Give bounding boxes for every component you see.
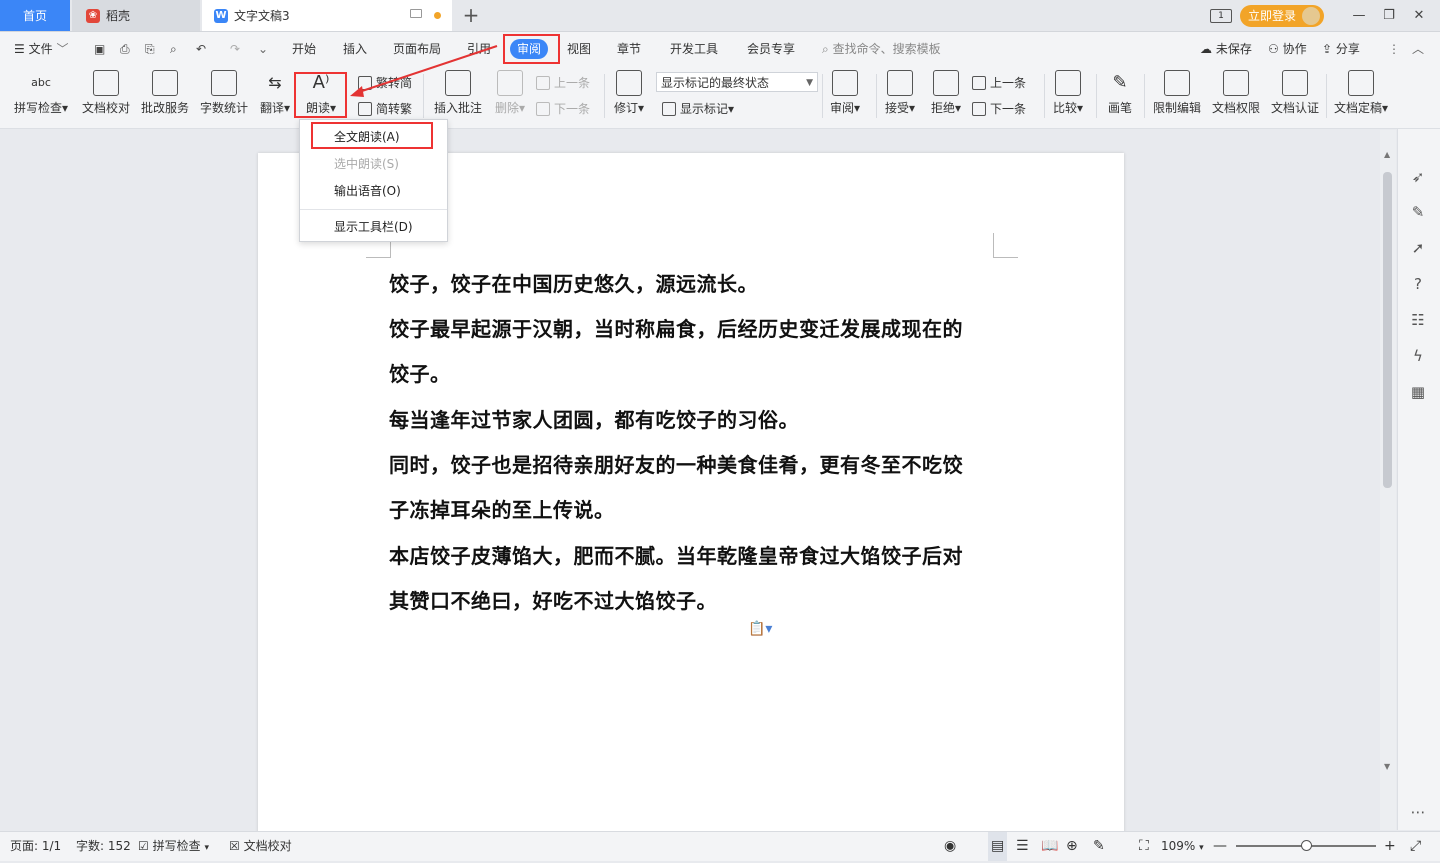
grid-icon[interactable]: ▦ <box>1409 383 1427 401</box>
annotation-arrow <box>350 45 498 97</box>
pen-tool-icon[interactable]: ✎ <box>1409 203 1427 221</box>
page-view-icon[interactable]: ▤ <box>988 832 1008 861</box>
read-view-icon[interactable]: 📖 <box>1041 832 1058 861</box>
settings-sliders-icon[interactable]: ☷ <box>1409 311 1427 329</box>
right-side-panel <box>1397 129 1440 830</box>
scroll-up-icon[interactable]: ▲ <box>1384 150 1390 159</box>
status-bar: 页面: 1/1 字数: 152 ☑ 拼写检查 ▾ ☒ 文档校对 ◉ ▤ ☰ 📖 … <box>0 831 1440 861</box>
zoom-level-value: 109% <box>1161 839 1196 853</box>
chevron-down-icon: ▾ <box>204 843 209 853</box>
spellcheck-status-label: 拼写检查 <box>152 839 201 853</box>
chevron-down-icon: ▾ <box>1199 843 1204 853</box>
outline-view-icon[interactable]: ☰ <box>1016 832 1029 861</box>
scrollbar-thumb[interactable] <box>1383 172 1392 488</box>
cursor-icon[interactable]: ➚ <box>1409 239 1427 257</box>
scroll-down-icon[interactable]: ▼ <box>1384 762 1390 771</box>
page-indicator[interactable]: 页面: 1/1 <box>10 832 61 861</box>
proof-status-label: 文档校对 <box>243 839 292 853</box>
zoom-level[interactable]: 109% ▾ <box>1161 832 1204 861</box>
eye-protect-icon[interactable]: ◉ <box>944 832 956 861</box>
checkbox-icon: ☑ <box>138 839 149 853</box>
web-view-icon[interactable]: ⊕ <box>1066 832 1078 861</box>
rocket-icon[interactable]: ➶ <box>1409 168 1427 186</box>
proof-status[interactable]: ☒ 文档校对 <box>229 832 292 861</box>
help-icon[interactable]: ? <box>1409 275 1427 293</box>
zoom-slider-knob[interactable] <box>1301 840 1312 851</box>
zoom-out-icon[interactable]: — <box>1213 832 1227 861</box>
lightning-icon[interactable]: ϟ <box>1409 347 1427 365</box>
fullscreen-icon[interactable]: ⤢ <box>1410 832 1421 861</box>
zoom-in-icon[interactable]: + <box>1384 832 1396 861</box>
spellcheck-status[interactable]: ☑ 拼写检查 ▾ <box>138 832 209 861</box>
proof-icon: ☒ <box>229 839 240 853</box>
fit-page-icon[interactable]: ⛶ <box>1139 832 1149 861</box>
word-count-status[interactable]: 字数: 152 <box>76 832 131 861</box>
write-view-icon[interactable]: ✎ <box>1093 832 1105 861</box>
more-options-icon[interactable]: ⋯ <box>1409 803 1427 821</box>
